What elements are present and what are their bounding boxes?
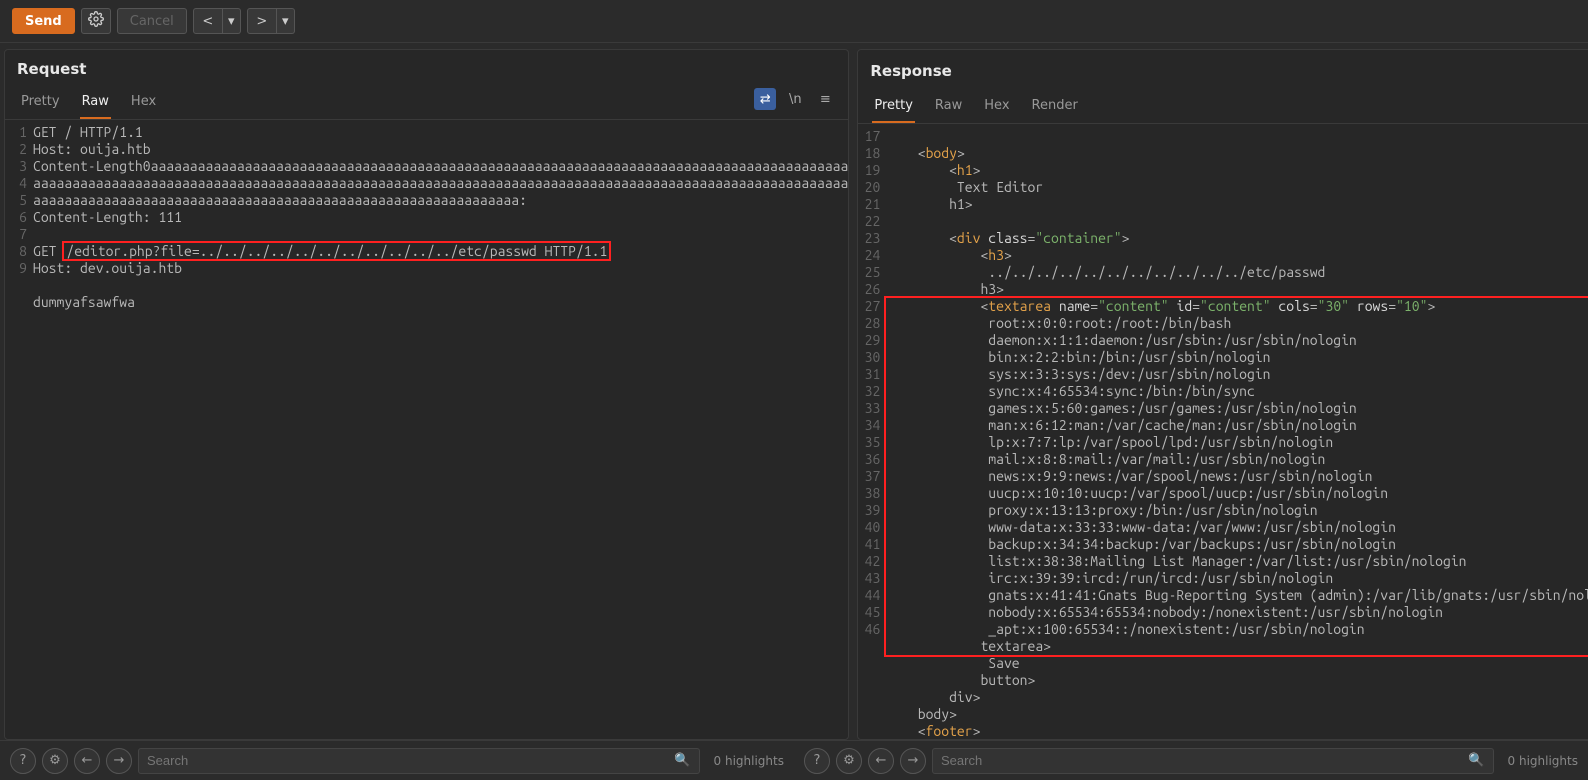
arrow-left-icon: ← bbox=[876, 753, 887, 768]
request-highlights: 0 highlights bbox=[706, 754, 784, 768]
tab-request-hex[interactable]: Hex bbox=[129, 90, 158, 119]
caret-down-icon: ▾ bbox=[282, 14, 289, 29]
request-editor[interactable]: 1 2 3 4 5 6 7 8 9 GET / HTTP/1.1 Host: o… bbox=[5, 120, 848, 739]
request-settings-button[interactable]: ⚙ bbox=[42, 748, 68, 774]
gear-icon bbox=[88, 11, 104, 31]
response-search-box[interactable]: 🔍 bbox=[932, 748, 1494, 774]
caret-down-icon: ▾ bbox=[228, 14, 235, 29]
request-content[interactable]: GET / HTTP/1.1 Host: ouija.htb Content-L… bbox=[33, 124, 848, 739]
swap-icon: ⇄ bbox=[760, 92, 771, 107]
response-pane: Response Pretty Raw Hex Render ⇄ \n ≡ 17… bbox=[857, 49, 1588, 740]
response-viewer[interactable]: 17 18 19 20 21 22 23 24 25 26 27 28 29 3… bbox=[858, 124, 1588, 739]
tab-request-pretty[interactable]: Pretty bbox=[19, 90, 62, 119]
search-icon: 🔍 bbox=[674, 753, 690, 768]
history-back-group: < ▾ bbox=[193, 8, 241, 34]
bottom-bar: ? ⚙ ← → 🔍 0 highlights ? ⚙ ← → 🔍 0 highl… bbox=[0, 740, 1588, 780]
tab-request-raw[interactable]: Raw bbox=[80, 90, 111, 119]
history-forward-button[interactable]: > bbox=[247, 8, 277, 34]
response-content: <body> <h1> Text Editor h1> <div class="… bbox=[886, 128, 1588, 739]
request-search-input[interactable] bbox=[147, 753, 674, 768]
request-gutter: 1 2 3 4 5 6 7 8 9 bbox=[5, 124, 33, 739]
response-gutter: 17 18 19 20 21 22 23 24 25 26 27 28 29 3… bbox=[858, 128, 886, 739]
gear-icon: ⚙ bbox=[843, 753, 855, 768]
tab-response-hex[interactable]: Hex bbox=[982, 94, 1011, 123]
chevron-right-icon: > bbox=[256, 14, 267, 29]
request-newline-button[interactable]: \n bbox=[784, 88, 806, 110]
response-search-input[interactable] bbox=[941, 753, 1468, 768]
question-icon: ? bbox=[20, 753, 27, 768]
response-title: Response bbox=[870, 62, 1588, 80]
tab-response-render[interactable]: Render bbox=[1030, 94, 1080, 123]
arrow-right-icon: → bbox=[908, 753, 919, 768]
history-forward-dropdown[interactable]: ▾ bbox=[277, 8, 295, 34]
request-action-1-button[interactable]: ⇄ bbox=[754, 88, 776, 110]
chevron-left-icon: < bbox=[202, 14, 213, 29]
hamburger-icon: ≡ bbox=[820, 92, 831, 107]
tab-response-raw[interactable]: Raw bbox=[933, 94, 964, 123]
response-tabs: Pretty Raw Hex Render ⇄ \n ≡ bbox=[858, 88, 1588, 124]
request-search-box[interactable]: 🔍 bbox=[138, 748, 700, 774]
response-highlights: 0 highlights bbox=[1500, 754, 1578, 768]
newline-icon: \n bbox=[789, 92, 802, 107]
history-back-button[interactable]: < bbox=[193, 8, 223, 34]
response-footer: ? ⚙ ← → 🔍 0 highlights bbox=[794, 740, 1588, 780]
question-icon: ? bbox=[814, 753, 821, 768]
request-menu-button[interactable]: ≡ bbox=[814, 88, 836, 110]
split-container: Request Pretty Raw Hex ⇄ \n ≡ 1 2 3 4 5 … bbox=[0, 43, 1588, 740]
top-toolbar: Send Cancel < ▾ > ▾ bbox=[0, 0, 1588, 43]
request-pane: Request Pretty Raw Hex ⇄ \n ≡ 1 2 3 4 5 … bbox=[4, 49, 849, 740]
send-button[interactable]: Send bbox=[12, 8, 75, 34]
request-footer: ? ⚙ ← → 🔍 0 highlights bbox=[0, 740, 794, 780]
request-search-next-button[interactable]: → bbox=[106, 748, 132, 774]
request-help-button[interactable]: ? bbox=[10, 748, 36, 774]
request-tabs: Pretty Raw Hex ⇄ \n ≡ bbox=[5, 84, 848, 120]
tab-response-pretty[interactable]: Pretty bbox=[872, 94, 915, 123]
response-help-button[interactable]: ? bbox=[804, 748, 830, 774]
cancel-button[interactable]: Cancel bbox=[117, 8, 187, 34]
settings-button[interactable] bbox=[81, 8, 111, 34]
response-search-next-button[interactable]: → bbox=[900, 748, 926, 774]
response-settings-button[interactable]: ⚙ bbox=[836, 748, 862, 774]
request-search-prev-button[interactable]: ← bbox=[74, 748, 100, 774]
gear-icon: ⚙ bbox=[49, 753, 61, 768]
history-forward-group: > ▾ bbox=[247, 8, 295, 34]
arrow-right-icon: → bbox=[114, 753, 125, 768]
arrow-left-icon: ← bbox=[82, 753, 93, 768]
request-title: Request bbox=[17, 60, 836, 78]
history-back-dropdown[interactable]: ▾ bbox=[223, 8, 241, 34]
response-search-prev-button[interactable]: ← bbox=[868, 748, 894, 774]
search-icon: 🔍 bbox=[1468, 753, 1484, 768]
